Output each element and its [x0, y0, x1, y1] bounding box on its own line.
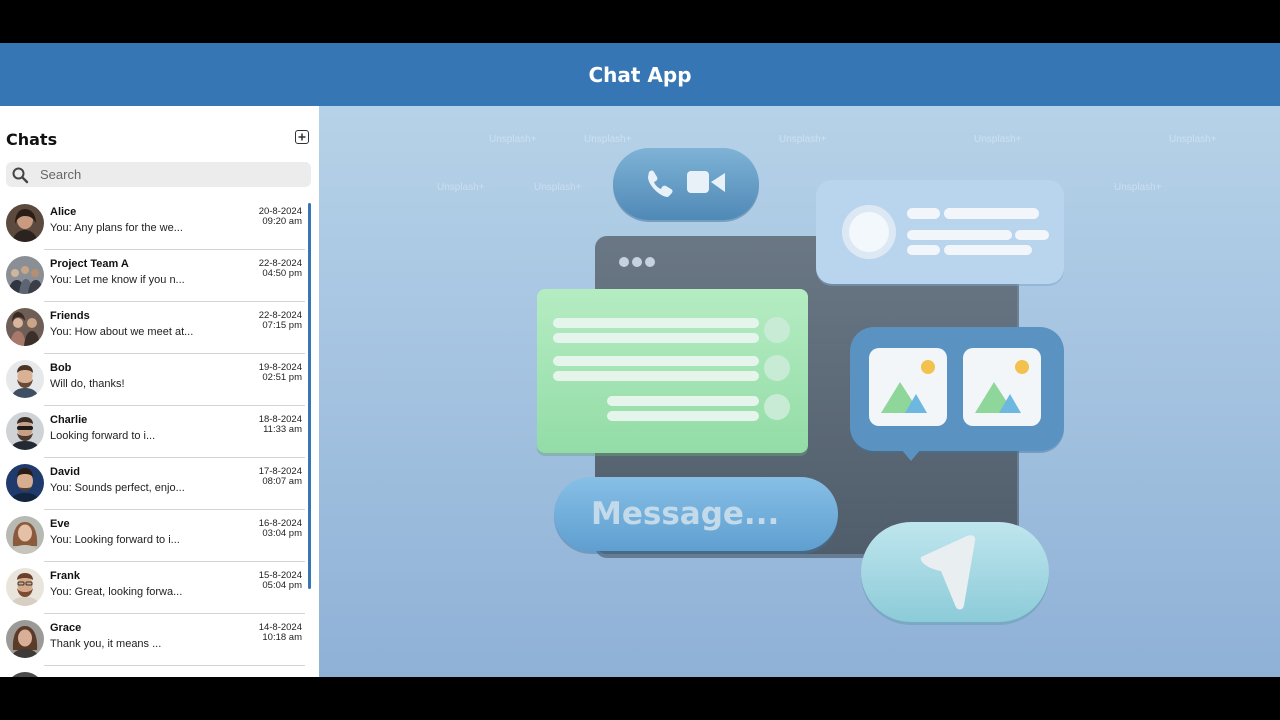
- chat-item-partial[interactable]: [0, 666, 305, 677]
- avatar: [6, 672, 44, 677]
- chat-preview: You: Sounds perfect, enjo...: [50, 482, 185, 494]
- profile-card-graphic: [816, 180, 1064, 286]
- chat-preview: Will do, thanks!: [50, 378, 125, 390]
- avatar: [6, 464, 44, 502]
- chat-time: 02:51 pm: [262, 372, 302, 383]
- call-bubble-graphic: [613, 148, 759, 222]
- search-input[interactable]: [38, 166, 282, 183]
- chat-item-project-team-a[interactable]: Project Team A You: Let me know if you n…: [0, 250, 305, 302]
- avatar: [6, 620, 44, 658]
- chat-item-alice[interactable]: Alice You: Any plans for the we... 20-8-…: [0, 198, 305, 250]
- chat-item-bob[interactable]: Bob Will do, thanks! 19-8-2024 02:51 pm: [0, 354, 305, 406]
- chat-time: 11:33 am: [263, 424, 302, 435]
- message-list-card-graphic: [537, 289, 808, 456]
- message-input-graphic: Message...: [554, 477, 838, 554]
- chat-item-frank[interactable]: Frank You: Great, looking forwa... 15-8-…: [0, 562, 305, 614]
- chat-list-scrollbar[interactable]: [308, 203, 311, 589]
- search-icon: [10, 165, 30, 185]
- chat-preview: Thank you, it means ...: [50, 638, 162, 650]
- chat-preview: You: Great, looking forwa...: [50, 586, 183, 598]
- chat-list: Alice You: Any plans for the we... 20-8-…: [0, 198, 305, 677]
- image-icon: [869, 348, 947, 426]
- sidebar-header: Chats: [6, 130, 311, 150]
- chat-time: 08:07 am: [262, 476, 302, 487]
- chat-name: Grace: [50, 622, 82, 634]
- chat-name: Charlie: [50, 414, 88, 426]
- chat-item-charlie[interactable]: Charlie Looking forward to i... 18-8-202…: [0, 406, 305, 458]
- chat-sidebar: Chats Alice You: Any plans for the we...…: [0, 106, 319, 677]
- chat-preview: You: Looking forward to i...: [50, 534, 180, 546]
- message-placeholder: Message...: [591, 496, 779, 532]
- chat-preview: You: Let me know if you n...: [50, 274, 185, 286]
- chat-preview: You: Any plans for the we...: [50, 222, 183, 234]
- chat-preview: Looking forward to i...: [50, 430, 156, 442]
- chat-name: David: [50, 466, 80, 478]
- avatar: [6, 568, 44, 606]
- chat-preview: You: How about we meet at...: [50, 326, 194, 338]
- new-chat-button[interactable]: [295, 130, 309, 144]
- video-icon: [687, 171, 709, 193]
- chat-time: 03:04 pm: [262, 528, 302, 539]
- chat-name: Eve: [50, 518, 70, 530]
- chat-empty-state: Unsplash+ Unsplash+ Unsplash+ Unsplash+ …: [319, 106, 1280, 677]
- chat-item-friends[interactable]: Friends You: How about we meet at... 22-…: [0, 302, 305, 354]
- chat-time: 04:50 pm: [262, 268, 302, 279]
- chat-name: Frank: [50, 570, 80, 582]
- plus-icon: [298, 133, 306, 141]
- search-bar[interactable]: [6, 162, 311, 187]
- chat-item-david[interactable]: David You: Sounds perfect, enjo... 17-8-…: [0, 458, 305, 510]
- chat-name: Bob: [50, 362, 72, 374]
- avatar: [6, 256, 44, 294]
- chats-title: Chats: [6, 130, 58, 149]
- image-bubble-graphic: [850, 327, 1064, 461]
- send-button-graphic: [861, 522, 1049, 625]
- avatar: [6, 412, 44, 450]
- app-title: Chat App: [588, 62, 692, 87]
- chat-time: 07:15 pm: [262, 320, 302, 331]
- avatar: [6, 516, 44, 554]
- chat-item-eve[interactable]: Eve You: Looking forward to i... 16-8-20…: [0, 510, 305, 562]
- chat-name: Alice: [50, 206, 77, 218]
- chat-time: 10:18 am: [262, 632, 302, 643]
- chat-time: 05:04 pm: [262, 580, 302, 591]
- chat-time: 09:20 am: [262, 216, 302, 227]
- avatar: [6, 308, 44, 346]
- image-icon: [963, 348, 1041, 426]
- chat-name: Friends: [50, 310, 90, 322]
- avatar: [6, 204, 44, 242]
- chat-item-grace[interactable]: Grace Thank you, it means ... 14-8-2024 …: [0, 614, 305, 666]
- chat-illustration: Message...: [537, 148, 1064, 625]
- chat-name: Project Team A: [50, 258, 129, 270]
- avatar: [6, 360, 44, 398]
- app-header: Chat App: [0, 43, 1280, 106]
